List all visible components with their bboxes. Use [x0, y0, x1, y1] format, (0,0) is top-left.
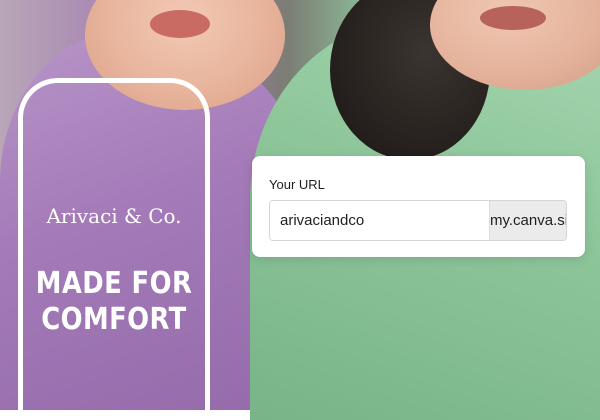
url-input[interactable] [270, 201, 489, 240]
url-field: my.canva.site [269, 200, 567, 241]
domain-suffix: my.canva.site [489, 201, 566, 240]
brand-name: Arivaci & Co. [46, 204, 182, 228]
lips-right [480, 6, 546, 30]
url-label: Your URL [269, 177, 325, 192]
headline-line-1: MADE FOR [35, 266, 193, 301]
headline: MADE FOR COMFORT [33, 266, 195, 338]
arch-frame [18, 78, 210, 418]
url-card: Your URL my.canva.site [252, 156, 585, 257]
lips-left [150, 10, 210, 38]
headline-line-2: COMFORT [41, 302, 187, 337]
